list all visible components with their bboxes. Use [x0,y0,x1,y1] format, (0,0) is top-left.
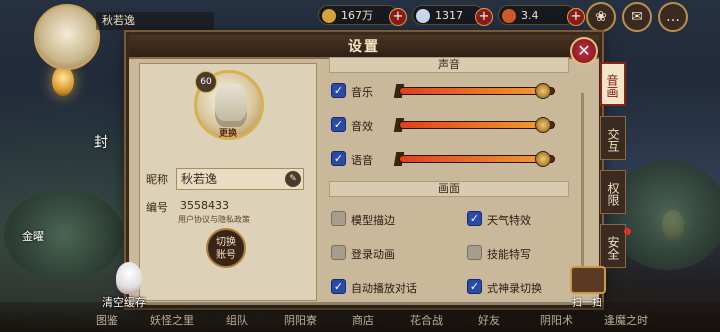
coin-counter: 167万 + [318,5,407,26]
login-animation-checkbox[interactable] [331,245,346,260]
add-jade-button[interactable]: + [475,8,493,26]
slider-fill [400,122,542,128]
music-label: 音乐 [351,86,373,99]
option-skill-closeup[interactable]: 技能特写 [467,243,577,263]
sfx-row: ✓ 音效 [331,115,571,135]
graphics-section-title: 画面 [329,181,569,197]
nav-item[interactable]: 妖怪之里 [150,312,194,328]
id-label: 编号 [146,201,168,214]
scan-icon[interactable] [570,266,606,294]
dialog-title: 设置 [348,39,380,55]
settings-dialog: 设置 60 更换 昵称 秋若逸 ✎ 编号 3558433 用户协议与隐私政策 切… [126,32,602,308]
id-value: 3558433 [180,199,229,212]
seal-button[interactable]: 封 [94,132,108,152]
switch-account-label: 切换 账号 [216,237,236,261]
slider-fill [400,88,542,94]
sfx-checkbox[interactable]: ✓ [331,117,346,132]
mail-icon[interactable]: ✉ [622,2,652,32]
weather-effects-checkbox[interactable]: ✓ [467,211,482,226]
avatar-swap-label[interactable]: 更换 [219,126,237,139]
nav-item[interactable]: 逢魔之时 [604,312,648,328]
sfx-volume-slider[interactable] [399,121,555,129]
nav-item[interactable]: 阴阳术 [540,312,573,328]
scan-button[interactable]: 扫一扫 [572,294,602,309]
policy-link[interactable]: 用户协议与隐私政策 [178,214,250,225]
add-coin-button[interactable]: + [389,8,407,26]
top-status-bar: 秋若逸 167万 + 1317 + 3.4万/100 + ❀ ✉ … [0,0,720,70]
player-avatar[interactable] [34,4,100,70]
news-button[interactable]: 金曜 [22,228,44,244]
stamina-icon [502,9,516,23]
option-auto-dialogue[interactable]: ✓ 自动播放对话 [331,277,461,297]
auto-dialogue-checkbox[interactable]: ✓ [331,279,346,294]
tab-interaction[interactable]: 交互 [600,116,626,160]
tab-permissions[interactable]: 权限 [600,170,626,214]
shikigami-switch-label: 式神录切换 [487,282,542,295]
option-login-animation[interactable]: 登录动画 [331,243,451,263]
slider-fill [400,156,542,162]
settings-scrollbar[interactable] [581,93,584,293]
nickname-value: 秋若逸 [181,172,218,186]
login-animation-label: 登录动画 [351,248,395,261]
voice-label: 语音 [351,154,373,167]
sound-section-title: 声音 [329,57,569,73]
option-shikigami-switch[interactable]: ✓ 式神录切换 [467,277,577,297]
player-name-top: 秋若逸 [96,12,214,30]
coin-value: 167万 [341,9,373,22]
nav-item[interactable]: 商店 [352,312,374,328]
music-volume-slider[interactable] [399,87,555,95]
edit-icon[interactable]: ✎ [285,171,301,187]
music-row: ✓ 音乐 [331,81,571,101]
tab-audio-video[interactable]: 音画 [600,62,626,106]
music-checkbox[interactable]: ✓ [331,83,346,98]
shikigami-switch-checkbox[interactable]: ✓ [467,279,482,294]
add-stamina-button[interactable]: + [567,8,585,26]
sfx-label: 音效 [351,120,373,133]
voice-row: ✓ 语音 [331,149,571,169]
stamina-counter: 3.4万/100 + [498,5,585,42]
weather-effects-label: 天气特效 [487,214,531,227]
nickname-label: 昵称 [146,173,168,186]
option-weather-effects[interactable]: ✓ 天气特效 [467,209,577,229]
profile-avatar[interactable]: 60 更换 [194,70,264,140]
settings-panel: 声音 ✓ 音乐 ✓ 音效 ✓ 语音 画面 模型描边 ✓ 天气特效 登录动画 技能… [325,57,591,305]
music-volume-knob[interactable] [534,83,551,99]
skill-closeup-checkbox[interactable] [467,245,482,260]
dialog-header: 设置 [129,35,599,59]
voice-volume-slider[interactable] [399,155,555,163]
profile-panel: 60 更换 昵称 秋若逸 ✎ 编号 3558433 用户协议与隐私政策 切换 账… [139,63,317,301]
tab-security[interactable]: 安全 [600,224,626,268]
skill-closeup-label: 技能特写 [487,248,531,261]
flower-menu-icon[interactable]: ❀ [586,2,616,32]
jade-value: 1317 [435,9,463,22]
nav-item[interactable]: 图鉴 [96,312,118,328]
level-badge: 60 [195,71,217,93]
nav-item[interactable]: 好友 [478,312,500,328]
coin-icon [322,9,336,23]
model-outline-checkbox[interactable] [331,211,346,226]
sfx-volume-knob[interactable] [534,117,551,133]
mascot-icon [116,262,142,294]
switch-account-button[interactable]: 切换 账号 [206,228,246,268]
character-portrait [215,83,247,127]
voice-volume-knob[interactable] [534,151,551,167]
nav-item[interactable]: 阴阳寮 [284,312,317,328]
nav-item[interactable]: 组队 [226,312,248,328]
jade-icon [416,9,430,23]
notification-dot [624,228,631,235]
close-button[interactable]: ✕ [570,37,598,65]
jade-counter: 1317 + [412,5,493,26]
voice-checkbox[interactable]: ✓ [331,151,346,166]
clear-cache-button[interactable]: 清空缓存 [102,294,146,310]
option-model-outline[interactable]: 模型描边 [331,209,451,229]
nav-item[interactable]: 花合战 [410,312,443,328]
auto-dialogue-label: 自动播放对话 [351,282,417,295]
model-outline-label: 模型描边 [351,214,395,227]
nickname-field[interactable]: 秋若逸 ✎ [176,168,304,190]
lantern-decoration [52,66,74,96]
chat-icon[interactable]: … [658,2,688,32]
